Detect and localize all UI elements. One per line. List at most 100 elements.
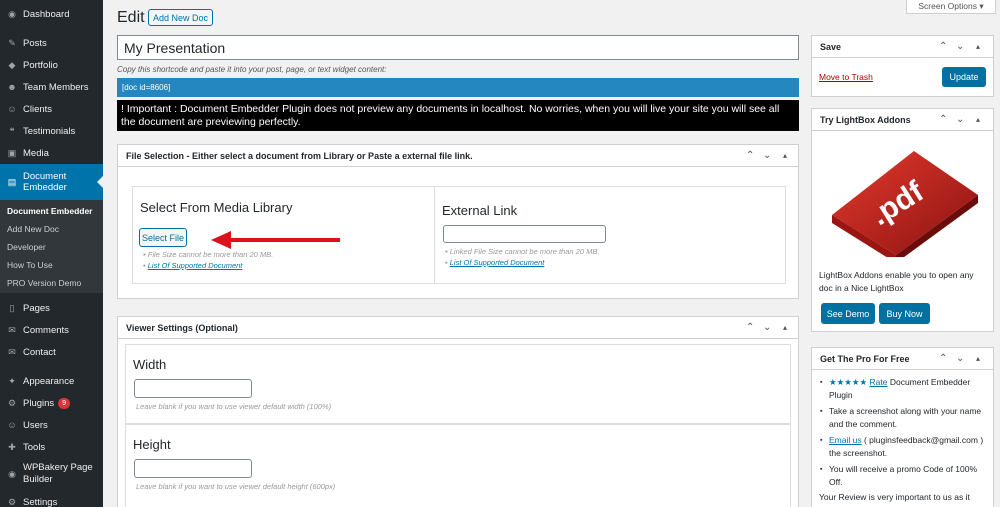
library-size-text: File Size cannot be more than 20 MB. bbox=[147, 250, 274, 259]
title-input[interactable]: My Presentation bbox=[117, 35, 799, 60]
menu-label: Pages bbox=[23, 302, 50, 314]
menu-label: Users bbox=[23, 419, 48, 431]
move-down-icon[interactable]: ⌄ bbox=[763, 322, 771, 333]
lightbox-description: LightBox Addons enable you to open any d… bbox=[819, 270, 974, 293]
menu-label: Contact bbox=[23, 346, 56, 358]
width-input[interactable] bbox=[134, 379, 252, 398]
toggle-icon[interactable]: ▴ bbox=[976, 42, 980, 51]
toggle-icon[interactable]: ▴ bbox=[783, 151, 787, 160]
list-item: Take a screenshot along with your name a… bbox=[820, 405, 985, 431]
menu-wpbakery[interactable]: ◉ WPBakery Page Builder bbox=[0, 460, 103, 488]
external-title: External Link bbox=[442, 203, 518, 218]
height-label: Height bbox=[133, 437, 171, 452]
pin-icon: ✎ bbox=[8, 37, 16, 48]
menu-plugins[interactable]: ⚙ Plugins 9 bbox=[0, 392, 103, 414]
localhost-warning: ! Important : Document Embedder Plugin d… bbox=[117, 100, 799, 131]
email-us-link[interactable]: Email us bbox=[829, 435, 862, 445]
save-title: Save bbox=[820, 41, 842, 52]
media-icon: ▣ bbox=[7, 147, 17, 158]
move-up-icon[interactable]: ⌃ bbox=[746, 150, 754, 161]
submenu-developer[interactable]: Developer bbox=[7, 242, 46, 252]
menu-settings[interactable]: ⚙ Settings bbox=[0, 491, 103, 507]
rate-link[interactable]: Rate bbox=[869, 377, 887, 387]
height-input[interactable] bbox=[134, 459, 252, 478]
menu-label: WPBakery Page Builder bbox=[23, 462, 93, 485]
menu-comments[interactable]: ✉ Comments bbox=[0, 319, 103, 341]
menu-label: Settings bbox=[23, 496, 58, 507]
see-demo-button[interactable]: See Demo bbox=[821, 303, 875, 324]
update-button[interactable]: Update bbox=[942, 67, 986, 87]
menu-team-members[interactable]: ☻ Team Members bbox=[0, 76, 103, 98]
menu-dashboard[interactable]: ◉ Dashboard bbox=[0, 3, 103, 25]
tools-icon: ✚ bbox=[8, 441, 16, 452]
save-header: Save bbox=[812, 36, 993, 58]
submenu-document-embedder[interactable]: Document Embedder bbox=[7, 206, 93, 216]
library-size-hint: ▪ File Size cannot be more than 20 MB. bbox=[143, 250, 274, 259]
users-icon: ☺ bbox=[7, 420, 17, 430]
settings-icon: ⚙ bbox=[7, 496, 17, 507]
get-pro-header: Get The Pro For Free bbox=[812, 348, 993, 370]
menu-users[interactable]: ☺ Users bbox=[0, 414, 103, 436]
move-down-icon[interactable]: ⌄ bbox=[763, 150, 771, 161]
external-link-input[interactable] bbox=[443, 225, 606, 243]
external-supported-docs-link[interactable]: List Of Supported Document bbox=[450, 258, 545, 267]
submenu-how-to-use[interactable]: How To Use bbox=[7, 260, 53, 270]
submenu-pro-version-demo[interactable]: PRO Version Demo bbox=[7, 278, 81, 288]
menu-label: Plugins bbox=[23, 397, 55, 409]
buy-now-button[interactable]: Buy Now bbox=[879, 303, 930, 324]
external-size-hint: ▪ Linked File Size cannot be more than 2… bbox=[445, 247, 600, 256]
portfolio-icon: ◆ bbox=[8, 59, 16, 70]
wpbakery-icon: ◉ bbox=[8, 468, 16, 479]
library-title: Select From Media Library bbox=[140, 200, 293, 215]
red-arrow-annotation bbox=[211, 231, 340, 249]
document-icon: ▤ bbox=[7, 176, 17, 187]
toggle-icon[interactable]: ▴ bbox=[783, 323, 787, 332]
menu-media[interactable]: ▣ Media bbox=[0, 142, 103, 164]
menu-document-embedder[interactable]: ▤ Document Embedder bbox=[0, 164, 103, 200]
move-up-icon[interactable]: ⌃ bbox=[939, 353, 947, 364]
lightbox-header: Try LightBox Addons bbox=[812, 109, 993, 131]
menu-label: Document Embedder bbox=[23, 171, 67, 193]
move-up-icon[interactable]: ⌃ bbox=[746, 322, 754, 333]
supported-docs-link[interactable]: List Of Supported Document bbox=[148, 261, 243, 270]
pdf-icon: .pdf bbox=[832, 151, 978, 257]
menu-label: Media bbox=[23, 147, 49, 159]
menu-portfolio[interactable]: ◆ Portfolio bbox=[0, 54, 103, 76]
list-item: ★★★★★ Rate Document Embedder Plugin bbox=[820, 376, 985, 402]
menu-pages[interactable]: ▯ Pages bbox=[0, 297, 103, 319]
menu-tools[interactable]: ✚ Tools bbox=[0, 436, 103, 458]
width-panel: Width Leave blank if you want to use vie… bbox=[125, 344, 791, 424]
pro-steps-list: ★★★★★ Rate Document Embedder Plugin Take… bbox=[820, 376, 985, 492]
move-down-icon[interactable]: ⌄ bbox=[956, 114, 964, 125]
menu-label: Dashboard bbox=[23, 8, 70, 20]
review-note: Your Review is very important to us as i… bbox=[819, 492, 970, 502]
menu-posts[interactable]: ✎ Posts bbox=[0, 32, 103, 54]
shortcode-field[interactable]: [doc id=8606] bbox=[117, 78, 799, 97]
toggle-icon[interactable]: ▴ bbox=[976, 115, 980, 124]
star-rating-icon: ★★★★★ bbox=[829, 377, 868, 387]
move-to-trash-link[interactable]: Move to Trash bbox=[819, 72, 873, 82]
move-up-icon[interactable]: ⌃ bbox=[939, 41, 947, 52]
move-down-icon[interactable]: ⌄ bbox=[956, 41, 964, 52]
add-new-doc-button[interactable]: Add New Doc bbox=[148, 9, 213, 26]
menu-label: Clients bbox=[23, 103, 53, 115]
move-up-icon[interactable]: ⌃ bbox=[939, 114, 947, 125]
external-size-text: Linked File Size cannot be more than 20 … bbox=[449, 247, 600, 256]
toggle-icon[interactable]: ▴ bbox=[976, 354, 980, 363]
main-content: Edit Add New Doc Screen Options ▾ My Pre… bbox=[103, 0, 1000, 507]
menu-clients[interactable]: ☺ Clients bbox=[0, 98, 103, 120]
width-hint: Leave blank if you want to use viewer de… bbox=[136, 402, 332, 411]
submenu: Document Embedder Add New Doc Developer … bbox=[0, 200, 103, 293]
file-selection-box: File Selection - Either select a documen… bbox=[117, 144, 799, 299]
menu-contact[interactable]: ✉ Contact bbox=[0, 341, 103, 363]
get-pro-box: Get The Pro For Free ⌃ ⌄ ▴ ★★★★★ Rate Do… bbox=[811, 347, 994, 507]
viewer-settings-title: Viewer Settings (Optional) bbox=[126, 322, 238, 333]
select-file-button[interactable]: Select File bbox=[139, 228, 187, 247]
screen-options-button[interactable]: Screen Options ▾ bbox=[906, 0, 996, 14]
move-down-icon[interactable]: ⌄ bbox=[956, 353, 964, 364]
lightbox-title: Try LightBox Addons bbox=[820, 114, 911, 125]
submenu-add-new-doc[interactable]: Add New Doc bbox=[7, 224, 59, 234]
menu-appearance[interactable]: ✦ Appearance bbox=[0, 370, 103, 392]
appearance-icon: ✦ bbox=[8, 375, 16, 386]
menu-testimonials[interactable]: ❝ Testimonials bbox=[0, 120, 103, 142]
